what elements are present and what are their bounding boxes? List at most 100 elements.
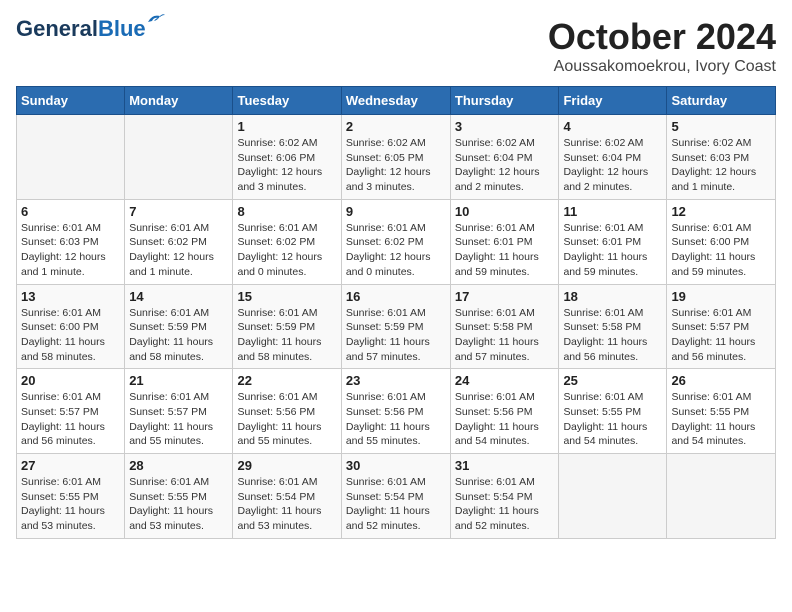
location-title: Aoussakomoekrou, Ivory Coast: [548, 58, 776, 76]
day-info: Sunrise: 6:01 AM Sunset: 6:00 PM Dayligh…: [671, 221, 771, 280]
day-info: Sunrise: 6:01 AM Sunset: 6:02 PM Dayligh…: [129, 221, 228, 280]
day-info: Sunrise: 6:01 AM Sunset: 5:54 PM Dayligh…: [455, 475, 555, 534]
month-title: October 2024: [548, 16, 776, 58]
day-info: Sunrise: 6:02 AM Sunset: 6:04 PM Dayligh…: [455, 136, 555, 195]
day-number: 20: [21, 373, 120, 388]
calendar-day-cell: [559, 454, 667, 539]
day-number: 1: [237, 119, 336, 134]
calendar-header-cell: Friday: [559, 87, 667, 115]
day-number: 3: [455, 119, 555, 134]
calendar-day-cell: 25 Sunrise: 6:01 AM Sunset: 5:55 PM Dayli…: [559, 369, 667, 454]
day-info: Sunrise: 6:02 AM Sunset: 6:03 PM Dayligh…: [671, 136, 771, 195]
calendar-day-cell: 31Sunrise: 6:01 AM Sunset: 5:54 PM Dayli…: [450, 454, 559, 539]
calendar-day-cell: 28Sunrise: 6:01 AM Sunset: 5:55 PM Dayli…: [125, 454, 233, 539]
day-info: Sunrise: 6:01 AM Sunset: 5:59 PM Dayligh…: [129, 306, 228, 365]
logo-general: General: [16, 16, 98, 41]
calendar-day-cell: 2 Sunrise: 6:02 AM Sunset: 6:05 PM Daylig…: [341, 115, 450, 200]
calendar-header-row: SundayMondayTuesdayWednesdayThursdayFrid…: [17, 87, 776, 115]
calendar-day-cell: 10 Sunrise: 6:01 AM Sunset: 6:01 PM Dayli…: [450, 199, 559, 284]
calendar-day-cell: [667, 454, 776, 539]
logo-blue: Blue: [98, 16, 146, 41]
day-info: Sunrise: 6:02 AM Sunset: 6:06 PM Dayligh…: [237, 136, 336, 195]
calendar-day-cell: 12 Sunrise: 6:01 AM Sunset: 6:00 PM Dayli…: [667, 199, 776, 284]
calendar-day-cell: 8 Sunrise: 6:01 AM Sunset: 6:02 PM Daylig…: [233, 199, 341, 284]
calendar-day-cell: 4Sunrise: 6:02 AM Sunset: 6:04 PM Daylig…: [559, 115, 667, 200]
calendar-day-cell: 29 Sunrise: 6:01 AM Sunset: 5:54 PM Dayli…: [233, 454, 341, 539]
calendar-header-cell: Monday: [125, 87, 233, 115]
calendar-day-cell: 24Sunrise: 6:01 AM Sunset: 5:56 PM Dayli…: [450, 369, 559, 454]
day-info: Sunrise: 6:02 AM Sunset: 6:05 PM Dayligh…: [346, 136, 446, 195]
calendar-day-cell: 23Sunrise: 6:01 AM Sunset: 5:56 PM Dayli…: [341, 369, 450, 454]
day-number: 10: [455, 204, 555, 219]
day-number: 11: [563, 204, 662, 219]
calendar-day-cell: 13Sunrise: 6:01 AM Sunset: 6:00 PM Dayli…: [17, 284, 125, 369]
day-info: Sunrise: 6:01 AM Sunset: 5:58 PM Dayligh…: [455, 306, 555, 365]
calendar-day-cell: 26 Sunrise: 6:01 AM Sunset: 5:55 PM Dayli…: [667, 369, 776, 454]
day-number: 17: [455, 289, 555, 304]
day-number: 12: [671, 204, 771, 219]
calendar-week-row: 1 Sunrise: 6:02 AM Sunset: 6:06 PM Daylig…: [17, 115, 776, 200]
day-number: 5: [671, 119, 771, 134]
day-number: 15: [237, 289, 336, 304]
calendar-day-cell: 21 Sunrise: 6:01 AM Sunset: 5:57 PM Dayli…: [125, 369, 233, 454]
day-info: Sunrise: 6:01 AM Sunset: 5:57 PM Dayligh…: [671, 306, 771, 365]
day-number: 2: [346, 119, 446, 134]
calendar-week-row: 20 Sunrise: 6:01 AM Sunset: 5:57 PM Dayli…: [17, 369, 776, 454]
day-info: Sunrise: 6:01 AM Sunset: 5:57 PM Dayligh…: [129, 390, 228, 449]
calendar-day-cell: 5 Sunrise: 6:02 AM Sunset: 6:03 PM Daylig…: [667, 115, 776, 200]
day-info: Sunrise: 6:01 AM Sunset: 6:01 PM Dayligh…: [455, 221, 555, 280]
day-info: Sunrise: 6:01 AM Sunset: 5:55 PM Dayligh…: [563, 390, 662, 449]
day-number: 19: [671, 289, 771, 304]
day-info: Sunrise: 6:01 AM Sunset: 5:59 PM Dayligh…: [237, 306, 336, 365]
calendar-day-cell: 6Sunrise: 6:01 AM Sunset: 6:03 PM Daylig…: [17, 199, 125, 284]
day-number: 14: [129, 289, 228, 304]
day-info: Sunrise: 6:01 AM Sunset: 5:56 PM Dayligh…: [346, 390, 446, 449]
day-info: Sunrise: 6:01 AM Sunset: 6:00 PM Dayligh…: [21, 306, 120, 365]
day-number: 26: [671, 373, 771, 388]
logo: GeneralBlue: [16, 16, 146, 42]
calendar-day-cell: 22 Sunrise: 6:01 AM Sunset: 5:56 PM Dayli…: [233, 369, 341, 454]
calendar-header-cell: Saturday: [667, 87, 776, 115]
calendar-day-cell: 3 Sunrise: 6:02 AM Sunset: 6:04 PM Daylig…: [450, 115, 559, 200]
calendar-header-cell: Wednesday: [341, 87, 450, 115]
day-info: Sunrise: 6:01 AM Sunset: 5:54 PM Dayligh…: [346, 475, 446, 534]
day-info: Sunrise: 6:01 AM Sunset: 5:56 PM Dayligh…: [237, 390, 336, 449]
day-number: 22: [237, 373, 336, 388]
day-number: 21: [129, 373, 228, 388]
calendar-day-cell: 18Sunrise: 6:01 AM Sunset: 5:58 PM Dayli…: [559, 284, 667, 369]
calendar-day-cell: [125, 115, 233, 200]
day-number: 29: [237, 458, 336, 473]
calendar-day-cell: 19 Sunrise: 6:01 AM Sunset: 5:57 PM Dayli…: [667, 284, 776, 369]
calendar-day-cell: 9Sunrise: 6:01 AM Sunset: 6:02 PM Daylig…: [341, 199, 450, 284]
day-info: Sunrise: 6:01 AM Sunset: 5:55 PM Dayligh…: [129, 475, 228, 534]
day-info: Sunrise: 6:01 AM Sunset: 5:59 PM Dayligh…: [346, 306, 446, 365]
calendar-day-cell: 16Sunrise: 6:01 AM Sunset: 5:59 PM Dayli…: [341, 284, 450, 369]
day-info: Sunrise: 6:01 AM Sunset: 5:54 PM Dayligh…: [237, 475, 336, 534]
calendar-day-cell: 11 Sunrise: 6:01 AM Sunset: 6:01 PM Dayli…: [559, 199, 667, 284]
calendar-day-cell: 1 Sunrise: 6:02 AM Sunset: 6:06 PM Daylig…: [233, 115, 341, 200]
day-number: 25: [563, 373, 662, 388]
day-info: Sunrise: 6:01 AM Sunset: 5:56 PM Dayligh…: [455, 390, 555, 449]
calendar-day-cell: 27Sunrise: 6:01 AM Sunset: 5:55 PM Dayli…: [17, 454, 125, 539]
calendar-header-cell: Sunday: [17, 87, 125, 115]
day-number: 8: [237, 204, 336, 219]
day-info: Sunrise: 6:01 AM Sunset: 6:02 PM Dayligh…: [237, 221, 336, 280]
day-number: 7: [129, 204, 228, 219]
day-info: Sunrise: 6:01 AM Sunset: 6:03 PM Dayligh…: [21, 221, 120, 280]
calendar-day-cell: 7 Sunrise: 6:01 AM Sunset: 6:02 PM Daylig…: [125, 199, 233, 284]
day-number: 30: [346, 458, 446, 473]
title-area: October 2024 Aoussakomoekrou, Ivory Coas…: [548, 16, 776, 76]
day-info: Sunrise: 6:01 AM Sunset: 5:55 PM Dayligh…: [671, 390, 771, 449]
calendar-week-row: 13Sunrise: 6:01 AM Sunset: 6:00 PM Dayli…: [17, 284, 776, 369]
day-info: Sunrise: 6:02 AM Sunset: 6:04 PM Dayligh…: [563, 136, 662, 195]
day-info: Sunrise: 6:01 AM Sunset: 5:57 PM Dayligh…: [21, 390, 120, 449]
page-header: GeneralBlue October 2024 Aoussakomoekrou…: [16, 16, 776, 76]
day-info: Sunrise: 6:01 AM Sunset: 5:55 PM Dayligh…: [21, 475, 120, 534]
day-number: 9: [346, 204, 446, 219]
calendar-body: 1 Sunrise: 6:02 AM Sunset: 6:06 PM Daylig…: [17, 115, 776, 539]
calendar-day-cell: 17 Sunrise: 6:01 AM Sunset: 5:58 PM Dayli…: [450, 284, 559, 369]
calendar-week-row: 27Sunrise: 6:01 AM Sunset: 5:55 PM Dayli…: [17, 454, 776, 539]
calendar-day-cell: 20 Sunrise: 6:01 AM Sunset: 5:57 PM Dayli…: [17, 369, 125, 454]
day-info: Sunrise: 6:01 AM Sunset: 6:01 PM Dayligh…: [563, 221, 662, 280]
day-number: 18: [563, 289, 662, 304]
